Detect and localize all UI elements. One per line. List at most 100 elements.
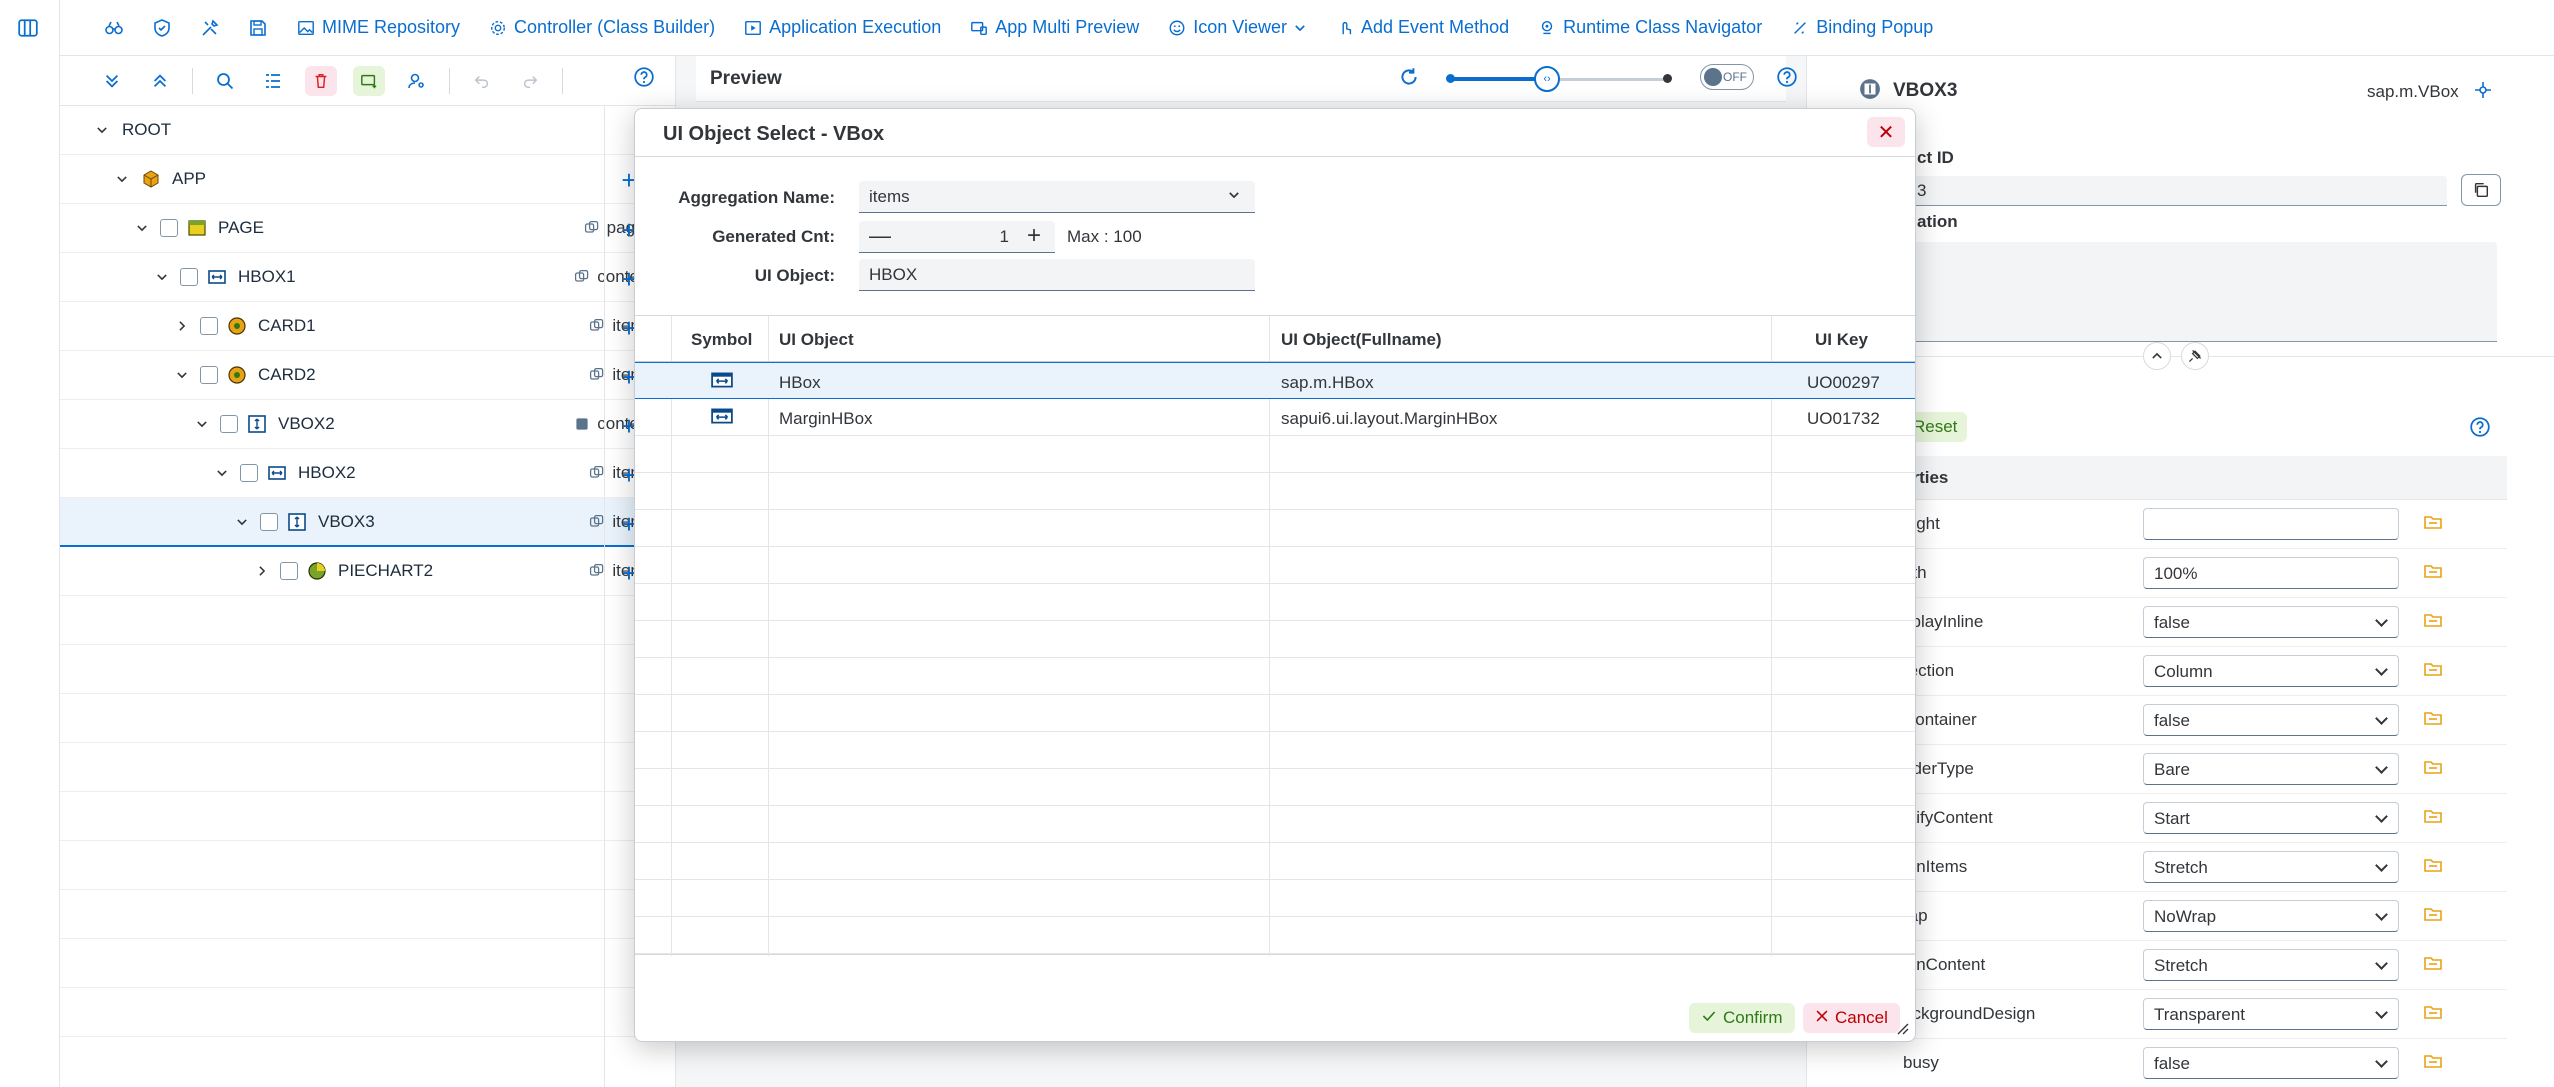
confirm-button[interactable]: Confirm [1689, 1003, 1795, 1033]
network-icon[interactable] [2473, 80, 2493, 105]
close-icon[interactable]: ✕ [1867, 117, 1905, 147]
chevron-down-icon[interactable] [152, 267, 172, 287]
chevron-down-icon[interactable] [212, 463, 232, 483]
folder-icon[interactable] [2423, 1051, 2443, 1076]
folder-icon[interactable] [2423, 953, 2443, 978]
chevron-down-icon[interactable] [92, 120, 112, 140]
controller-class-builder-link[interactable]: Controller (Class Builder) [474, 8, 729, 48]
tree-checkbox[interactable] [200, 366, 218, 384]
tree-checkbox[interactable] [220, 415, 238, 433]
chevron-down-icon[interactable] [232, 512, 252, 532]
add-to-screen-icon[interactable] [345, 63, 393, 99]
column-header-symbol[interactable]: Symbol [691, 330, 752, 350]
redo-icon[interactable] [506, 63, 554, 99]
property-select[interactable]: Stretch [2143, 949, 2399, 981]
folder-icon[interactable] [2423, 659, 2443, 684]
folder-icon[interactable] [2423, 806, 2443, 831]
binding-popup-link[interactable]: Binding Popup [1776, 8, 1947, 48]
user-settings-icon[interactable] [393, 63, 441, 99]
folder-icon[interactable] [2423, 855, 2443, 880]
shield-check-icon[interactable] [138, 8, 186, 48]
mime-repository-link[interactable]: MIME Repository [282, 8, 474, 48]
tree-row-app[interactable]: APP [60, 155, 675, 204]
property-select[interactable]: Bare [2143, 753, 2399, 785]
chevron-right-icon[interactable] [172, 316, 192, 336]
slider-handle[interactable]: ‹› [1534, 66, 1560, 92]
pin-icon[interactable] [2181, 342, 2209, 370]
object-id-input[interactable]: 3 [1907, 176, 2447, 206]
folder-icon[interactable] [2423, 757, 2443, 782]
tree-checkbox[interactable] [160, 219, 178, 237]
folder-icon[interactable] [2423, 904, 2443, 929]
help-icon[interactable] [633, 66, 655, 93]
chevron-right-icon[interactable] [252, 561, 272, 581]
runtime-class-navigator-link[interactable]: Runtime Class Navigator [1523, 8, 1776, 48]
tree-checkbox[interactable] [180, 268, 198, 286]
search-icon[interactable] [201, 63, 249, 99]
property-select[interactable]: Transparent [2143, 998, 2399, 1030]
undo-icon[interactable] [458, 63, 506, 99]
tree-row-piechart2[interactable]: PIECHART2 items [60, 547, 675, 596]
tree-list-icon[interactable] [249, 63, 297, 99]
tree-checkbox[interactable] [240, 464, 258, 482]
delete-icon[interactable] [297, 63, 345, 99]
decrement-button[interactable]: — [867, 223, 893, 249]
expand-all-icon[interactable] [88, 63, 136, 99]
folder-icon[interactable] [2423, 512, 2443, 537]
property-select[interactable]: false [2143, 704, 2399, 736]
column-header-fullname[interactable]: UI Object(Fullname) [1281, 330, 1442, 350]
zoom-slider[interactable]: ‹› [1446, 66, 1672, 92]
ui-object-input[interactable]: HBOX [859, 259, 1255, 291]
tree-checkbox[interactable] [280, 562, 298, 580]
collapse-all-icon[interactable] [136, 63, 184, 99]
tools-icon[interactable] [186, 8, 234, 48]
table-row[interactable]: HBox sap.m.HBox UO00297 [635, 362, 1915, 399]
property-input[interactable]: 100% [2143, 557, 2399, 589]
resize-handle-icon[interactable] [1895, 1021, 1909, 1035]
property-select[interactable]: Column [2143, 655, 2399, 687]
column-header-ui-key[interactable]: UI Key [1815, 330, 1868, 350]
property-select[interactable]: false [2143, 606, 2399, 638]
save-icon[interactable] [234, 8, 282, 48]
tree-row-vbox2[interactable]: VBOX2 content [60, 400, 675, 449]
aggregation-name-select[interactable]: items [859, 181, 1255, 213]
property-select[interactable]: Stretch [2143, 851, 2399, 883]
binoculars-icon[interactable] [90, 8, 138, 48]
chevron-down-icon[interactable] [112, 169, 132, 189]
add-event-method-link[interactable]: Add Event Method [1321, 8, 1523, 48]
side-panel-toggle-icon[interactable] [12, 14, 44, 42]
copy-icon[interactable] [2461, 174, 2501, 206]
generated-cnt-stepper[interactable]: — 1 + [859, 221, 1055, 253]
folder-icon[interactable] [2423, 1002, 2443, 1027]
tree-checkbox[interactable] [260, 512, 278, 531]
tree-row-page[interactable]: PAGE pages [60, 204, 675, 253]
application-execution-link[interactable]: Application Execution [729, 8, 955, 48]
table-row[interactable]: MarginHBox sapui6.ui.layout.MarginHBox U… [635, 399, 1915, 436]
chevron-down-icon[interactable] [192, 414, 212, 434]
tree-checkbox[interactable] [200, 317, 218, 335]
cancel-button[interactable]: Cancel [1803, 1003, 1900, 1033]
increment-button[interactable]: + [1021, 223, 1047, 249]
folder-icon[interactable] [2423, 561, 2443, 586]
property-select[interactable]: NoWrap [2143, 900, 2399, 932]
property-input[interactable] [2143, 508, 2399, 540]
icon-viewer-link[interactable]: Icon Viewer [1153, 8, 1321, 48]
chevron-down-icon[interactable] [132, 218, 152, 238]
app-multi-preview-link[interactable]: App Multi Preview [955, 8, 1153, 48]
property-select[interactable]: Start [2143, 802, 2399, 834]
tree-row-vbox3[interactable]: VBOX3 items [60, 498, 675, 547]
property-select[interactable]: false [2143, 1047, 2399, 1079]
tree-row-card1[interactable]: CARD1 items [60, 302, 675, 351]
folder-icon[interactable] [2423, 610, 2443, 635]
folder-icon[interactable] [2423, 708, 2443, 733]
preview-toggle[interactable]: OFF [1700, 64, 1754, 90]
help-icon[interactable] [1776, 66, 1798, 93]
tree-row-hbox2[interactable]: HBOX2 items [60, 449, 675, 498]
chevron-down-icon[interactable] [172, 365, 192, 385]
chevron-up-icon[interactable] [2143, 342, 2171, 370]
refresh-icon[interactable] [1398, 66, 1420, 93]
description-textarea[interactable] [1907, 242, 2497, 342]
tree-row-card2[interactable]: CARD2 items [60, 351, 675, 400]
tree-row-root[interactable]: ROOT [60, 106, 675, 155]
column-header-ui-object[interactable]: UI Object [779, 330, 854, 350]
